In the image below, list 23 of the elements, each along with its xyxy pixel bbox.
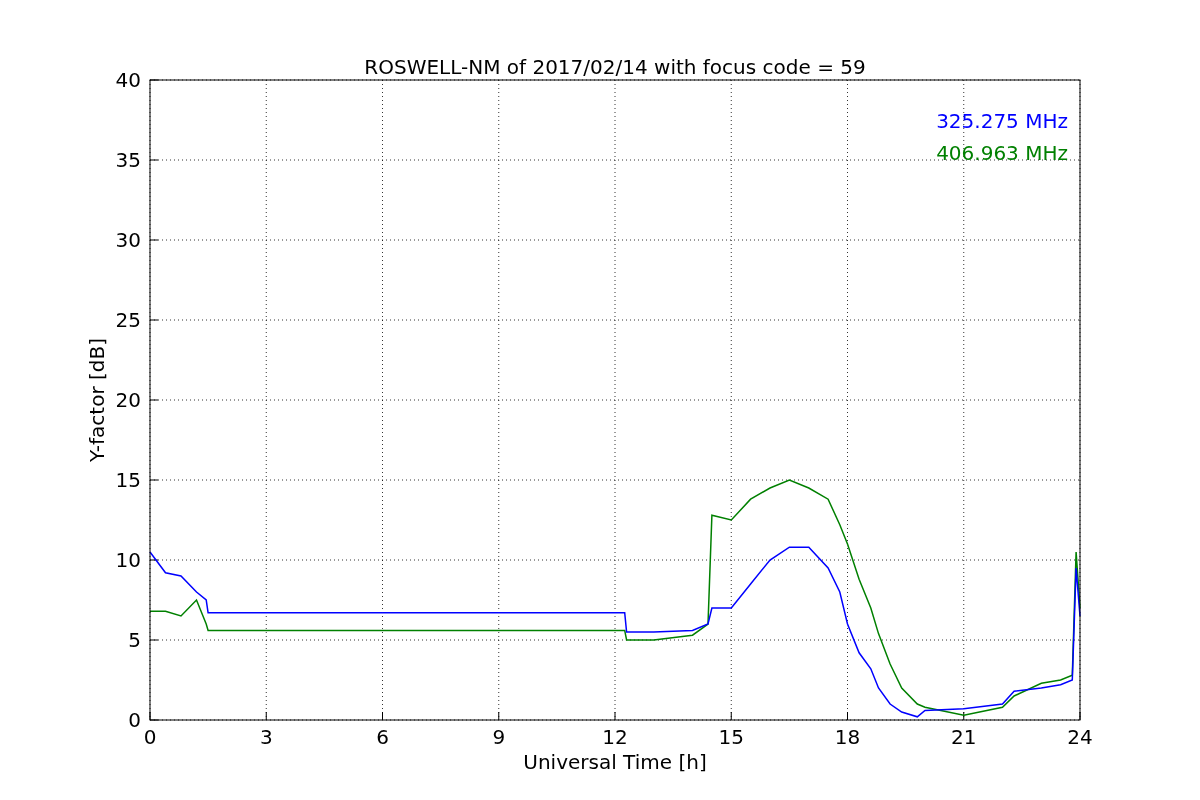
chart-title: ROSWELL-NM of 2017/02/14 with focus code = 59 (364, 55, 866, 79)
y-tick-label: 20 (115, 388, 141, 412)
x-tick-label: 3 (259, 725, 273, 749)
x-tick-label: 6 (376, 725, 389, 749)
y-tick-label: 15 (115, 468, 141, 492)
legend-label: 325.275 MHz (936, 109, 1068, 133)
x-tick-label: 18 (834, 725, 861, 749)
legend-label: 406.963 MHz (936, 141, 1068, 165)
x-tick-label: 12 (602, 725, 628, 749)
x-axis-label: Universal Time [h] (523, 750, 707, 774)
x-tick-label: 0 (143, 725, 157, 749)
y-tick-label: 35 (115, 148, 141, 172)
y-tick-label: 30 (115, 228, 141, 252)
y-tick-label: 40 (115, 68, 141, 92)
x-tick-label: 24 (1067, 725, 1093, 749)
x-tick-label: 9 (492, 725, 506, 749)
x-tick-label: 21 (951, 725, 977, 749)
y-tick-label: 10 (115, 548, 141, 572)
y-tick-label: 25 (115, 308, 141, 332)
y-tick-label: 5 (128, 628, 141, 652)
y-axis-label: Y-factor [dB] (85, 338, 109, 462)
x-tick-label: 15 (718, 725, 744, 749)
y-tick-label: 0 (128, 708, 141, 732)
